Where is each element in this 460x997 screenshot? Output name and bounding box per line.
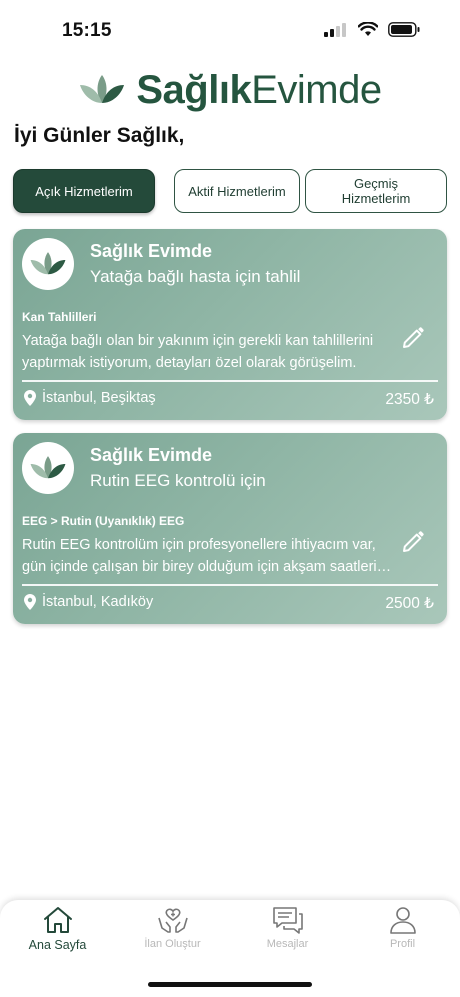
status-bar: 15:15 <box>0 0 460 60</box>
tab-past-services[interactable]: Geçmiş Hizmetlerim <box>305 169 447 213</box>
service-title: Rutin EEG kontrolü için <box>90 471 266 490</box>
battery-icon <box>388 22 420 37</box>
service-location: İstanbul, Kadıköy <box>24 594 153 610</box>
edit-pencil-icon[interactable] <box>401 530 425 554</box>
chat-icon <box>272 907 303 934</box>
service-category: Kan Tahlilleri <box>22 310 97 324</box>
care-hands-icon <box>157 908 188 933</box>
logo-text: SağlıkEvimde <box>136 67 382 113</box>
lotus-logo-icon <box>80 75 125 103</box>
tab-active-services[interactable]: Aktif Hizmetlerim <box>174 169 300 213</box>
home-icon <box>43 907 72 933</box>
nav-create-listing[interactable]: İlan Oluştur <box>115 906 230 950</box>
service-description: Rutin EEG kontrolüm için profesyonellere… <box>22 537 388 575</box>
card-divider <box>22 380 438 382</box>
provider-avatar <box>22 238 74 290</box>
service-tabs: Açık Hizmetlerim Aktif Hizmetlerim Geçmi… <box>13 169 447 213</box>
edit-pencil-icon[interactable] <box>401 326 425 350</box>
provider-avatar <box>22 442 74 494</box>
service-card[interactable]: Sağlık Evimde Rutin EEG kontrolü için EE… <box>13 433 447 624</box>
card-divider <box>22 584 438 586</box>
nav-home[interactable]: Ana Sayfa <box>0 906 115 952</box>
logo-text-bold: Sağlık <box>136 67 252 112</box>
service-price: 2350 ₺ <box>385 391 434 408</box>
location-text: İstanbul, Kadıköy <box>42 594 154 610</box>
location-pin-icon <box>24 594 36 610</box>
lotus-logo-icon <box>30 456 66 479</box>
tab-open-services[interactable]: Açık Hizmetlerim <box>13 169 155 213</box>
lotus-logo-icon <box>30 252 66 275</box>
status-icons <box>324 22 420 37</box>
wifi-icon <box>358 22 378 36</box>
service-description: Yatağa bağlı olan bir yakınım için gerek… <box>22 333 374 371</box>
cellular-signal-icon <box>324 22 346 37</box>
location-text: İstanbul, Beşiktaş <box>42 390 156 406</box>
nav-profile[interactable]: Profil <box>345 906 460 950</box>
greeting-heading: İyi Günler Sağlık, <box>14 124 185 147</box>
nav-home-label: Ana Sayfa <box>28 938 87 952</box>
nav-messages[interactable]: Mesajlar <box>230 906 345 950</box>
app-logo: SağlıkEvimde <box>0 62 460 118</box>
user-icon <box>389 907 416 934</box>
logo-text-light: Evimde <box>251 67 382 112</box>
service-card[interactable]: Sağlık Evimde Yatağa bağlı hasta için ta… <box>13 229 447 420</box>
location-pin-icon <box>24 390 36 406</box>
home-indicator <box>148 982 312 987</box>
status-time: 15:15 <box>62 20 112 41</box>
service-title: Yatağa bağlı hasta için tahlil <box>90 267 301 286</box>
service-location: İstanbul, Beşiktaş <box>24 390 156 406</box>
nav-profile-label: Profil <box>389 938 416 950</box>
nav-messages-label: Mesajlar <box>266 938 309 950</box>
provider-name: Sağlık Evimde <box>90 241 213 261</box>
service-price: 2500 ₺ <box>385 595 434 612</box>
provider-name: Sağlık Evimde <box>90 445 213 465</box>
service-category: EEG > Rutin (Uyanıklık) EEG <box>22 514 185 528</box>
nav-create-listing-label: İlan Oluştur <box>144 938 201 950</box>
